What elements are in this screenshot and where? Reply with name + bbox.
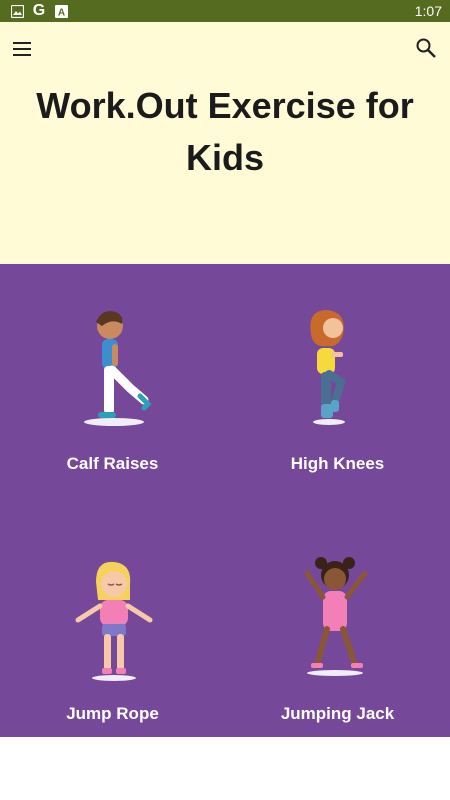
clock: 1:07	[414, 3, 442, 19]
exercise-label: Jump Rope	[66, 704, 159, 723]
girl-jump-rope-illustration	[52, 560, 172, 685]
exercise-card-calf-raises[interactable]: Calf Raises	[0, 264, 225, 500]
exercise-card-jump-rope[interactable]: Jump Rope	[0, 500, 225, 736]
hamburger-menu-icon[interactable]	[12, 38, 34, 60]
exercise-label: Jumping Jack	[280, 704, 395, 723]
status-icons: G A	[0, 2, 68, 19]
girl-jumping-jack-illustration	[277, 555, 397, 680]
search-icon[interactable]	[414, 36, 438, 60]
google-icon: G	[32, 2, 46, 19]
boy-calf-raise-illustration	[52, 304, 172, 429]
exercise-label: High Knees	[290, 454, 385, 473]
page-title: Work.Out Exercise for Kids	[36, 85, 414, 178]
status-bar: G A 1:07	[0, 0, 450, 22]
exercise-card-jumping-jack[interactable]: Jumping Jack	[225, 500, 450, 736]
header: Work.Out Exercise for Kids	[0, 22, 450, 264]
image-icon	[10, 4, 24, 18]
exercise-card-high-knees[interactable]: High Knees	[225, 264, 450, 500]
exercise-label: Calf Raises	[66, 454, 159, 473]
a-box-icon: A	[54, 4, 68, 18]
svg-text:A: A	[57, 7, 64, 18]
exercise-grid: Calf Raises High Knees Jump Rope Jumping…	[0, 264, 450, 737]
girl-high-knees-illustration	[277, 304, 397, 429]
